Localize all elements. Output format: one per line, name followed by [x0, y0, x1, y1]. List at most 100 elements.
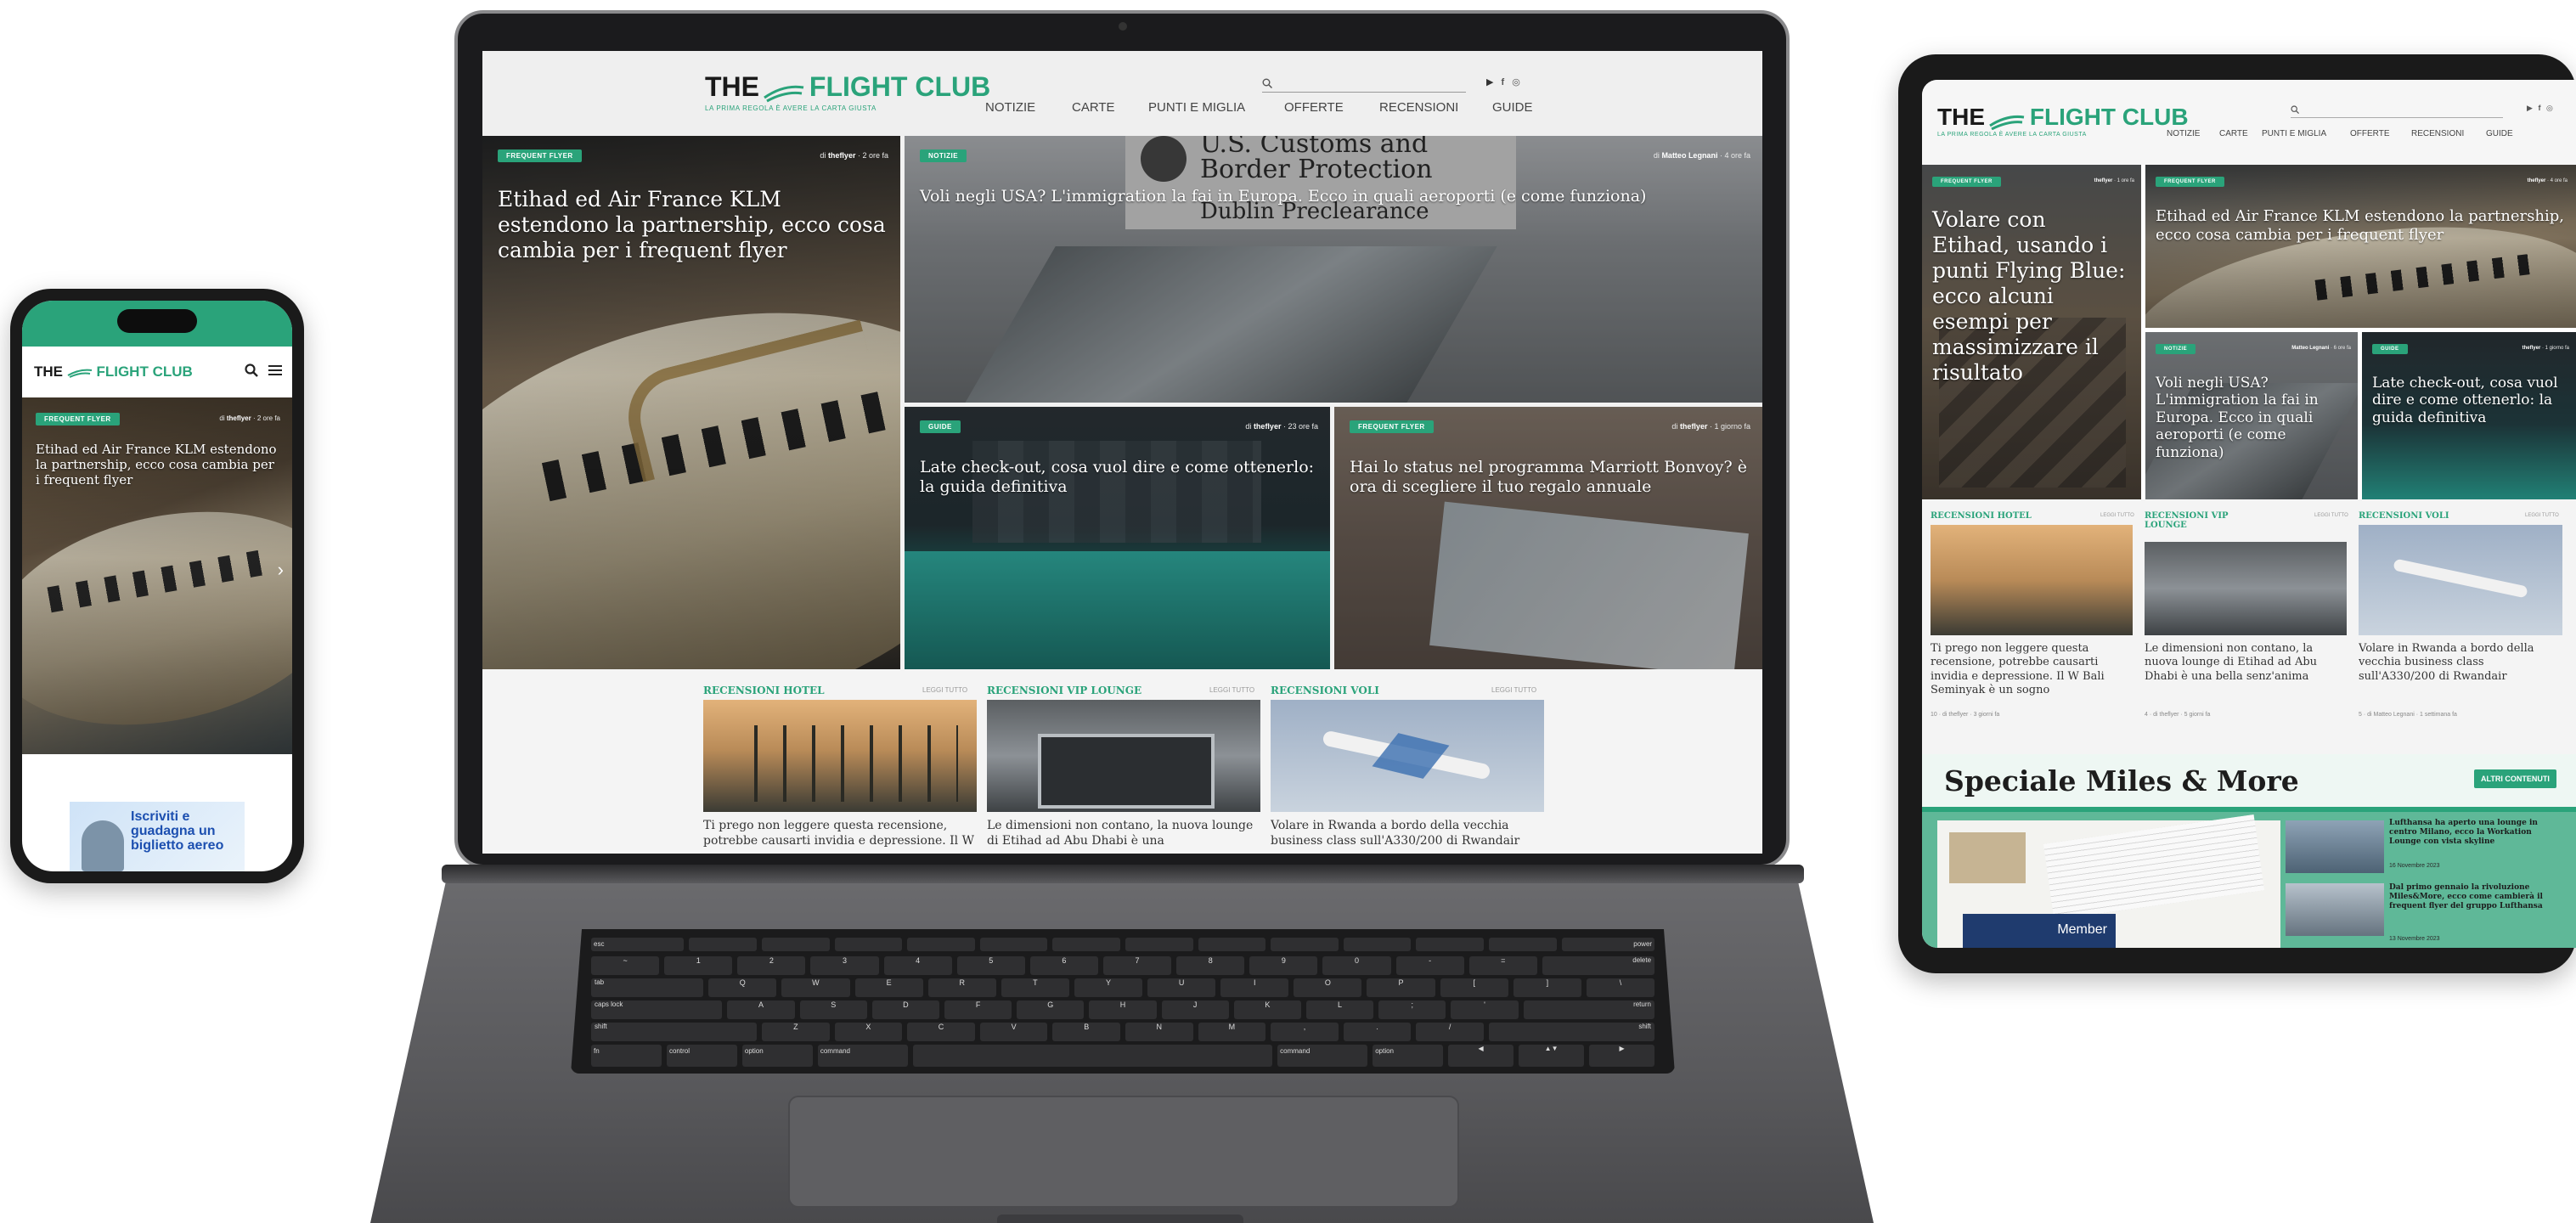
- tablet-tile4-author[interactable]: theflyer: [2522, 346, 2541, 351]
- key-f2[interactable]: [762, 938, 830, 951]
- phone-slider-next-icon[interactable]: ›: [278, 559, 284, 581]
- key-3[interactable]: 3: [810, 956, 879, 975]
- key-q[interactable]: Q: [708, 978, 777, 997]
- nav-offerte[interactable]: OFFERTE: [1284, 100, 1379, 115]
- youtube-icon[interactable]: ▶: [2527, 104, 2533, 112]
- key-f9[interactable]: [1271, 938, 1339, 951]
- key-shift-left[interactable]: shift: [591, 1023, 758, 1041]
- tablet-review-3-section[interactable]: RECENSIONI VOLI: [2359, 511, 2449, 521]
- key-f12[interactable]: [1489, 938, 1557, 951]
- key-t[interactable]: T: [1001, 978, 1069, 997]
- key-tilde[interactable]: ~: [591, 956, 660, 975]
- laptop-hero-title[interactable]: Etihad ed Air France KLM estendono la pa…: [498, 187, 888, 263]
- key-bracket-left[interactable]: [: [1440, 978, 1508, 997]
- key-l[interactable]: L: [1305, 1000, 1374, 1019]
- nav-carte[interactable]: CARTE: [2219, 129, 2262, 138]
- key-f7[interactable]: [1125, 938, 1193, 951]
- laptop-review-1-leggi[interactable]: LEGGI TUTTO: [922, 686, 967, 694]
- key-j[interactable]: J: [1161, 1000, 1229, 1019]
- key-m[interactable]: M: [1198, 1023, 1266, 1041]
- laptop-checkout-author[interactable]: theflyer: [1254, 422, 1282, 431]
- instagram-icon[interactable]: ◎: [2546, 104, 2553, 112]
- laptop-review-3-text[interactable]: Volare in Rwanda a bordo della vecchia b…: [1271, 819, 1544, 849]
- tablet-tile2-title[interactable]: Etihad ed Air France KLM estendono la pa…: [2156, 207, 2572, 244]
- key-s[interactable]: S: [799, 1000, 867, 1019]
- key-comma[interactable]: ,: [1271, 1023, 1339, 1041]
- laptop-search[interactable]: [1262, 76, 1466, 93]
- laptop-tile-usa[interactable]: U.S. Customs and Border Protection Dubli…: [905, 136, 1762, 403]
- nav-notizie[interactable]: NOTIZIE: [2167, 129, 2219, 138]
- key-minus[interactable]: -: [1395, 956, 1464, 975]
- tablet-tile-etihad-afklm[interactable]: FREQUENT FLYER theflyer · 4 ore fa Etiha…: [2145, 165, 2576, 328]
- key-o[interactable]: O: [1294, 978, 1362, 997]
- key-7[interactable]: 7: [1102, 956, 1172, 975]
- key-y[interactable]: Y: [1074, 978, 1143, 997]
- facebook-icon[interactable]: f: [1502, 77, 1505, 87]
- tablet-tile-checkout[interactable]: GUIDE theflyer · 1 giorno fa Late check-…: [2362, 332, 2576, 499]
- phone-hero-badge[interactable]: FREQUENT FLYER: [36, 413, 120, 426]
- key-i[interactable]: I: [1220, 978, 1289, 997]
- key-5[interactable]: 5: [956, 956, 1025, 975]
- key-0[interactable]: 0: [1322, 956, 1391, 975]
- key-g[interactable]: G: [1017, 1000, 1085, 1019]
- laptop-review-2-section[interactable]: RECENSIONI VIP LOUNGE: [987, 685, 1141, 696]
- nav-guide[interactable]: GUIDE: [1492, 100, 1552, 115]
- nav-carte[interactable]: CARTE: [1072, 100, 1148, 115]
- instagram-icon[interactable]: ◎: [1512, 77, 1520, 87]
- key-z[interactable]: Z: [762, 1023, 830, 1041]
- phone-promo-banner[interactable]: Iscriviti e guadagna un biglietto aereo: [70, 802, 245, 871]
- tablet-side-news-1-image[interactable]: [2286, 820, 2384, 873]
- laptop-review-3-section[interactable]: RECENSIONI VOLI: [1271, 685, 1379, 696]
- key-r[interactable]: R: [927, 978, 996, 997]
- tablet-tile-etihad-flying-blue[interactable]: FREQUENT FLYER theflyer · 1 ore fa Volar…: [1922, 165, 2141, 499]
- tablet-tile3-author[interactable]: Matteo Legnani: [2291, 346, 2329, 351]
- key-x[interactable]: X: [834, 1023, 903, 1041]
- key-h[interactable]: H: [1089, 1000, 1157, 1019]
- laptop-review-2-leggi[interactable]: LEGGI TUTTO: [1209, 686, 1254, 694]
- key-fn[interactable]: fn: [591, 1045, 662, 1067]
- laptop-usa-author[interactable]: Matteo Legnani: [1661, 151, 1717, 160]
- key-u[interactable]: U: [1147, 978, 1216, 997]
- laptop-hero-badge[interactable]: FREQUENT FLYER: [498, 149, 582, 162]
- key-power[interactable]: power: [1561, 938, 1655, 951]
- key-f11[interactable]: [1416, 938, 1484, 951]
- phone-logo[interactable]: THE FLIGHT CLUB: [34, 364, 193, 380]
- laptop-trackpad[interactable]: [788, 1096, 1459, 1208]
- tablet-tile2-badge[interactable]: FREQUENT FLYER: [2156, 177, 2224, 187]
- laptop-usa-title[interactable]: Voli negli USA? L'immigration la fai in …: [920, 187, 1752, 206]
- laptop-hero-author[interactable]: theflyer: [828, 151, 856, 160]
- tablet-tile1-title[interactable]: Volare con Etihad, usando i punti Flying…: [1932, 207, 2128, 386]
- key-backslash[interactable]: \: [1586, 978, 1655, 997]
- tablet-review-1-section[interactable]: RECENSIONI HOTEL: [1931, 511, 2032, 521]
- key-quote[interactable]: ': [1451, 1000, 1519, 1019]
- key-6[interactable]: 6: [1029, 956, 1098, 975]
- key-return[interactable]: return: [1523, 1000, 1654, 1019]
- laptop-review-1-text[interactable]: Ti prego non leggere questa recensione, …: [703, 819, 977, 849]
- key-f1[interactable]: [689, 938, 758, 951]
- laptop-checkout-title[interactable]: Late check-out, cosa vuol dire e come ot…: [920, 458, 1319, 497]
- key-option-left[interactable]: option: [741, 1045, 813, 1067]
- key-p[interactable]: P: [1367, 978, 1435, 997]
- tablet-side-news-2-image[interactable]: [2286, 883, 2384, 936]
- key-c[interactable]: C: [907, 1023, 975, 1041]
- key-n[interactable]: N: [1125, 1023, 1193, 1041]
- key-b[interactable]: B: [1052, 1023, 1120, 1041]
- laptop-marriott-author[interactable]: theflyer: [1680, 422, 1708, 431]
- tablet-tile4-badge[interactable]: GUIDE: [2372, 344, 2408, 354]
- tablet-review-2-image[interactable]: [2145, 542, 2347, 635]
- key-option-right[interactable]: option: [1373, 1045, 1444, 1067]
- key-9[interactable]: 9: [1249, 956, 1318, 975]
- nav-punti-e-miglia[interactable]: PUNTI E MIGLIA: [2262, 129, 2350, 138]
- key-f[interactable]: F: [944, 1000, 1012, 1019]
- nav-recensioni[interactable]: RECENSIONI: [2411, 129, 2486, 138]
- phone-hero-author[interactable]: theflyer: [227, 414, 251, 422]
- tablet-tile-usa[interactable]: NOTIZIE Matteo Legnani · 6 ore fa Voli n…: [2145, 332, 2358, 499]
- tablet-tile4-title[interactable]: Late check-out, cosa vuol dire e come ot…: [2372, 375, 2569, 426]
- key-command-left[interactable]: command: [817, 1045, 908, 1067]
- phone-hero-card[interactable]: FREQUENT FLYER di theflyer · 2 ore fa Et…: [22, 397, 292, 754]
- key-e[interactable]: E: [854, 978, 923, 997]
- tablet-review-1-text[interactable]: Ti prego non leggere questa recensione, …: [1931, 642, 2133, 703]
- tablet-review-3-image[interactable]: [2359, 525, 2562, 635]
- nav-notizie[interactable]: NOTIZIE: [985, 100, 1072, 115]
- laptop-review-2-text[interactable]: Le dimensioni non contano, la nuova loun…: [987, 819, 1260, 849]
